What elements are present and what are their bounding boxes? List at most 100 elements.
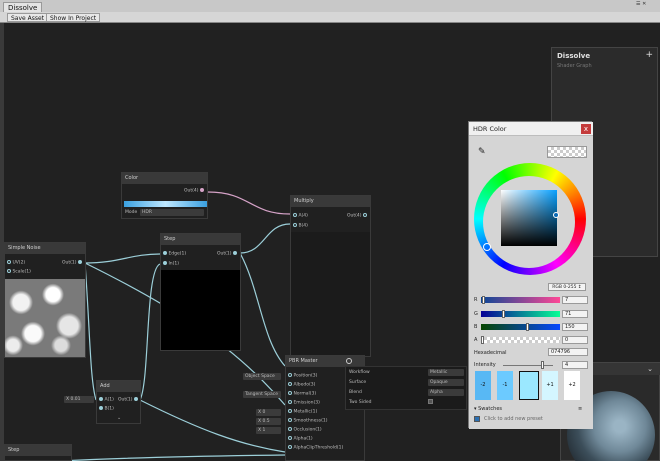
intensity-plus-2-button[interactable]: +2	[564, 371, 580, 400]
port-icon[interactable]	[7, 269, 11, 273]
bottom-step-node[interactable]: Step	[4, 444, 72, 461]
wire-noise-to-step-edge	[84, 253, 161, 264]
workflow-dropdown[interactable]: Metallic	[428, 369, 464, 376]
channel-g-thumb[interactable]	[502, 310, 505, 318]
channel-a-slider[interactable]	[481, 337, 560, 343]
add-input-a[interactable]: A(1)	[99, 397, 114, 403]
preset-swatch-icon[interactable]	[474, 416, 480, 422]
occlusion-field[interactable]: X 1	[256, 427, 281, 434]
color-mode-dropdown[interactable]: HDR	[140, 209, 204, 216]
step-input-in[interactable]: In(1)	[163, 261, 179, 267]
channel-a-label: A	[474, 337, 478, 343]
pbr-pin-alpha: Alpha(1)	[288, 436, 313, 442]
intensity-field[interactable]: 4	[562, 361, 588, 369]
add-output[interactable]: Out(1)	[118, 397, 138, 403]
chevron-down-icon[interactable]: ⌄	[117, 415, 121, 421]
channel-r-thumb[interactable]	[482, 296, 485, 304]
noise-input-scale[interactable]: Scale(1)	[7, 269, 31, 275]
step-input-edge[interactable]: Edge(1)	[163, 251, 186, 257]
add-node[interactable]: Add A(1) B(1) Out(1) ⌄	[96, 380, 141, 424]
close-icon[interactable]: x	[581, 124, 591, 134]
sv-picker-handle[interactable]	[553, 212, 559, 218]
color-picker-title: HDR Color	[473, 125, 507, 133]
add-a-value-field[interactable]: X 0.01	[64, 396, 94, 403]
add-preset-hint[interactable]: Click to add new preset	[484, 416, 543, 422]
smoothness-field[interactable]: X 0.5	[256, 418, 281, 425]
add-property-button[interactable]: +	[645, 50, 653, 60]
port-icon[interactable]	[288, 427, 292, 431]
hex-field[interactable]: 074796	[548, 348, 588, 356]
surface-dropdown[interactable]: Opaque	[428, 379, 464, 386]
add-input-b[interactable]: B(1)	[99, 406, 114, 412]
intensity-plus-1-button[interactable]: +1	[542, 371, 558, 400]
channel-a-field[interactable]: 0	[562, 336, 588, 344]
multiply-node[interactable]: Multiply A(4) B(4) Out(4)	[290, 195, 371, 357]
port-icon[interactable]	[288, 418, 292, 422]
swatches-menu-icon[interactable]: ≡	[578, 406, 582, 412]
port-icon[interactable]	[293, 223, 297, 227]
step-output[interactable]: Out(1)	[217, 251, 237, 257]
multiply-output[interactable]: Out(4)	[347, 213, 367, 219]
multiply-input-b[interactable]: B(4)	[293, 223, 308, 229]
intensity-minus-2-button[interactable]: -2	[475, 371, 491, 400]
multiply-out-label: Out(4)	[347, 213, 362, 219]
port-icon[interactable]	[7, 260, 11, 264]
color-picker-titlebar[interactable]: HDR Color x	[469, 122, 593, 136]
blend-dropdown[interactable]: Alpha	[428, 389, 464, 396]
channel-b-thumb[interactable]	[526, 323, 529, 331]
channel-a-thumb[interactable]	[481, 336, 484, 344]
port-icon[interactable]	[288, 400, 292, 404]
noise-output[interactable]: Out(1)	[62, 260, 82, 266]
channel-r-field[interactable]: 7	[562, 296, 588, 304]
port-icon[interactable]	[288, 436, 292, 440]
port-icon[interactable]	[363, 213, 367, 217]
noise-scale-label: Scale(1)	[12, 269, 31, 275]
step-node[interactable]: Step Edge(1) In(1) Out(1)	[160, 233, 241, 351]
port-icon[interactable]	[200, 188, 204, 192]
port-icon[interactable]	[288, 382, 292, 386]
color-swatch[interactable]	[124, 201, 207, 207]
channel-b-slider[interactable]	[481, 324, 560, 330]
wire-add-to-step-in	[139, 263, 161, 401]
noise-input-uv[interactable]: UV(2)	[7, 260, 25, 266]
simple-noise-node[interactable]: Simple Noise UV(2) Scale(1) Out(1)	[4, 242, 86, 358]
intensity-slider-track[interactable]	[503, 365, 553, 366]
saturation-value-square[interactable]	[501, 190, 557, 246]
intensity-thumb[interactable]	[541, 361, 544, 369]
color-node-out[interactable]: Out(4)	[184, 188, 204, 194]
port-icon[interactable]	[288, 391, 292, 395]
multiply-input-a[interactable]: A(4)	[293, 213, 308, 219]
port-icon[interactable]	[293, 213, 297, 217]
port-icon[interactable]	[99, 406, 103, 410]
port-icon[interactable]	[134, 397, 138, 401]
pin-label: Albedo(3)	[293, 382, 316, 388]
port-icon[interactable]	[288, 373, 292, 377]
intensity-minus-1-button[interactable]: -1	[497, 371, 513, 400]
position-space-field[interactable]: Object Space	[243, 373, 281, 380]
two-sided-checkbox[interactable]	[428, 399, 433, 404]
normal-space-field[interactable]: Tangent Space	[243, 391, 281, 398]
pin-label: Alpha(1)	[293, 436, 313, 442]
hue-picker-handle[interactable]	[483, 243, 491, 251]
port-icon[interactable]	[288, 445, 292, 449]
swatches-foldout[interactable]: ▾ Swatches	[474, 406, 502, 412]
metallic-field[interactable]: X 0	[256, 409, 281, 416]
channel-r-slider[interactable]	[481, 297, 560, 303]
port-icon[interactable]	[163, 251, 167, 255]
channel-b-field[interactable]: 150	[562, 323, 588, 331]
gear-icon[interactable]	[346, 358, 352, 364]
port-icon[interactable]	[233, 251, 237, 255]
wire-add-to-clip	[139, 399, 286, 453]
port-icon[interactable]	[78, 260, 82, 264]
port-icon[interactable]	[163, 261, 167, 265]
channel-g-field[interactable]: 71	[562, 310, 588, 318]
color-mode-button[interactable]: RGB 0-255 ↕	[548, 283, 586, 291]
port-icon[interactable]	[288, 409, 292, 413]
chevron-down-icon[interactable]: ⌄	[647, 365, 653, 373]
intensity-current-swatch[interactable]	[519, 371, 539, 400]
color-node[interactable]: Color Out(4) Mode HDR	[121, 172, 208, 219]
channel-g-slider[interactable]	[481, 311, 560, 317]
eyedropper-icon[interactable]: ✎	[478, 147, 486, 157]
port-icon[interactable]	[99, 397, 103, 401]
channel-b-label: B	[474, 324, 478, 330]
